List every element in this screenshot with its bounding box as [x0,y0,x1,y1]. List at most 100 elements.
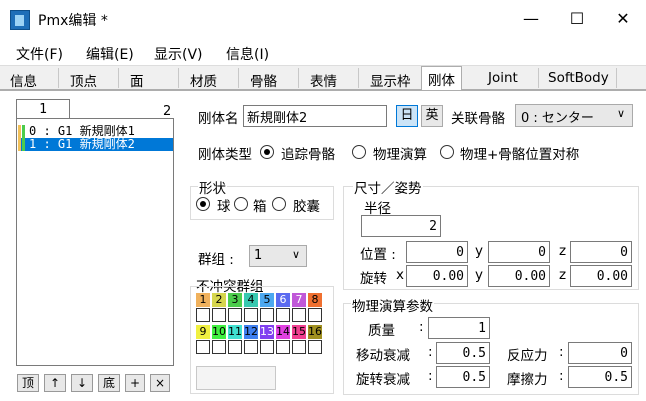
group-label: 群组 : [198,252,234,268]
linear-damping-input[interactable] [436,342,490,364]
nocollide-apply-button[interactable] [196,366,276,390]
close-button[interactable]: ✕ [600,0,646,38]
move-down-button[interactable]: ↓ [71,374,93,392]
type-physics-label: 物理演算 [373,147,427,163]
rotation-z-input[interactable] [570,265,632,287]
move-bottom-button[interactable]: 底 [98,374,120,392]
nocollide-checkbox[interactable] [260,340,274,354]
position-y-input[interactable] [488,241,550,263]
bone-select[interactable]: 0 : センター ∨ [515,104,633,127]
nocollide-row2: 9 10 11 12 13 14 15 16 [196,325,324,339]
nocollide-checkbox[interactable] [260,308,274,322]
menu-edit[interactable]: 编辑(E) [86,44,134,64]
nocollide-checkbox[interactable] [196,308,210,322]
colon-label: : [428,368,433,384]
nocollide-checkbox[interactable] [276,340,290,354]
nocollide-color-9[interactable]: 9 [196,325,210,339]
rotation-x-input[interactable] [406,265,468,287]
nocollide-color-8[interactable]: 8 [308,293,322,307]
tab-joint[interactable]: Joint [488,70,518,86]
nocollide-row1: 1 2 3 4 5 6 7 8 [196,293,324,307]
nocollide-checkbox[interactable] [292,340,306,354]
nocollide-checkbox[interactable] [212,308,226,322]
radius-label: 半径 [364,201,391,217]
list-item-label: 1 : G1 新規剛体2 [29,138,135,151]
nocollide-checkbox[interactable] [228,340,242,354]
lang-en-toggle[interactable]: 英 [421,105,443,127]
nocollide-color-16[interactable]: 16 [308,325,322,339]
tab-info[interactable]: 信息 [10,70,37,90]
move-up-button[interactable]: ↑ [44,374,66,392]
tab-vertex[interactable]: 顶点 [70,70,97,90]
nocollide-color-11[interactable]: 11 [228,325,242,339]
type-physics-bone-radio[interactable] [440,145,454,159]
lang-ja-toggle[interactable]: 日 [396,105,418,127]
nocollide-checkbox[interactable] [308,340,322,354]
nocollide-checkbox[interactable] [196,340,210,354]
nocollide-color-4[interactable]: 4 [244,293,258,307]
list-item-selected[interactable]: 1 : G1 新規剛体2 [18,138,173,151]
type-physics-radio[interactable] [352,145,366,159]
nocollide-checkbox[interactable] [292,308,306,322]
menu-view[interactable]: 显示(V) [154,44,203,64]
add-button[interactable]: + [125,374,145,392]
colon-label: : [559,368,564,384]
nocollide-color-10[interactable]: 10 [212,325,226,339]
menu-info[interactable]: 信息(I) [226,44,269,64]
nocollide-color-5[interactable]: 5 [260,293,274,307]
nocollide-checkbox[interactable] [212,340,226,354]
shape-sphere-radio[interactable] [196,197,210,211]
menu-file[interactable]: 文件(F) [16,44,63,64]
colon-label: : [559,344,564,360]
shape-capsule-radio[interactable] [272,197,286,211]
move-top-button[interactable]: 顶 [17,374,39,392]
position-x-input[interactable] [406,241,468,263]
nocollide-color-6[interactable]: 6 [276,293,290,307]
shape-title: 形状 [198,177,227,197]
nocollide-checkbox[interactable] [308,308,322,322]
axis-y-label: y [475,243,483,259]
nocollide-color-7[interactable]: 7 [292,293,306,307]
window-title: Pmx编辑 * [38,13,108,29]
delete-button[interactable]: × [150,374,170,392]
nocollide-checkbox[interactable] [276,308,290,322]
radius-input[interactable] [361,215,441,237]
group-select[interactable]: 1 ∨ [249,245,307,267]
position-label: 位置 : [360,247,396,263]
mass-input[interactable] [428,317,490,339]
nocollide-checkbox[interactable] [244,308,258,322]
nocollide-color-13[interactable]: 13 [260,325,274,339]
nocollide-color-12[interactable]: 12 [244,325,258,339]
minimize-button[interactable]: — [508,0,554,38]
shape-box-radio[interactable] [234,197,248,211]
type-follow-bone-radio[interactable] [260,145,274,159]
angular-damping-label: 旋转衰减 [356,372,410,388]
position-z-input[interactable] [570,241,632,263]
rigid-name-input[interactable] [243,105,387,127]
chevron-down-icon: ∨ [617,107,626,120]
tab-morph[interactable]: 表情 [310,70,337,90]
nocollide-checkbox[interactable] [228,308,242,322]
list-item[interactable]: 0 : G1 新規剛体1 [18,125,173,138]
tab-face[interactable]: 面 [130,70,144,90]
nocollide-color-1[interactable]: 1 [196,293,210,307]
index-input[interactable] [16,99,70,119]
nocollide-color-3[interactable]: 3 [228,293,242,307]
nocollide-color-14[interactable]: 14 [276,325,290,339]
app-icon [10,10,30,30]
friction-input[interactable] [568,366,632,388]
tab-material[interactable]: 材质 [190,70,217,90]
tab-display-frame[interactable]: 显示枠 [370,70,411,90]
rotation-y-input[interactable] [488,265,550,287]
restitution-input[interactable] [568,342,632,364]
nocollide-checkbox[interactable] [244,340,258,354]
maximize-button[interactable]: ☐ [554,0,600,38]
tab-rigid-body[interactable]: 刚体 [421,66,462,91]
rigid-body-list[interactable]: 0 : G1 新規剛体1 1 : G1 新規剛体2 [16,118,174,366]
nocollide-color-2[interactable]: 2 [212,293,226,307]
rotation-label: 旋转 [360,271,387,287]
tab-bone[interactable]: 骨骼 [250,70,277,90]
angular-damping-input[interactable] [436,366,490,388]
nocollide-color-15[interactable]: 15 [292,325,306,339]
tab-softbody[interactable]: SoftBody [548,70,609,86]
